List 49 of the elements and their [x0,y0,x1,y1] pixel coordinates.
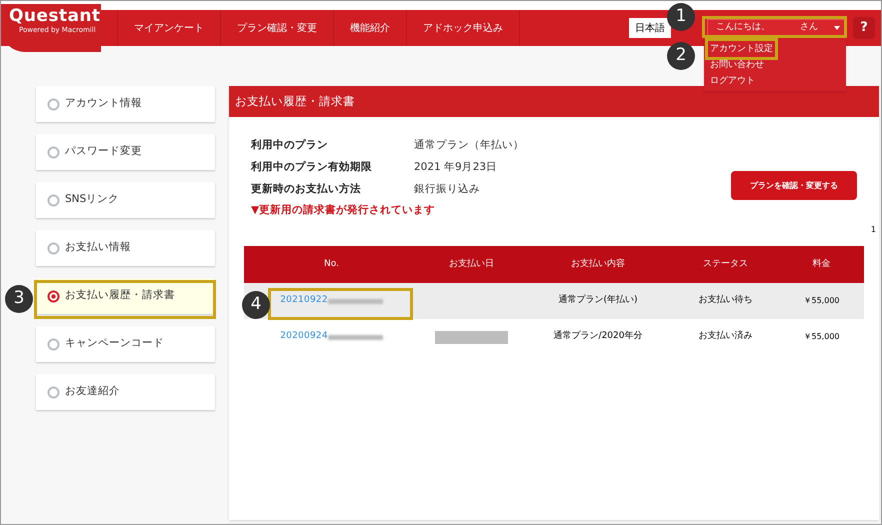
sidebar-item[interactable]: キャンペーンコード [36,326,215,362]
table-cell-text: ￥55,000 [802,295,840,307]
table-cell-text: お支払い待ち [698,294,754,308]
greeting-text: こんにちは、 [716,21,770,34]
radio-icon [47,98,60,110]
radio-icon [47,242,60,254]
radio-icon [47,194,60,206]
column-header: 料金 [812,258,832,271]
sidebar-item[interactable]: SNSリンク [36,182,215,218]
step-badge: 1 [667,3,695,31]
sidebar-item[interactable]: アカウント情報 [36,86,215,122]
table-cell-text: お支払い済み [698,330,754,344]
invoice-link[interactable]: 20200924 [280,330,328,344]
column-header: ステータス [702,258,749,271]
invoice-link[interactable]: 20210922 [280,294,328,308]
redacted-text [328,298,383,304]
redacted-text [328,334,383,340]
info-label: 更新時のお支払い方法 [251,182,362,197]
radio-selected-icon [47,290,60,302]
logo-title: Questant [9,6,101,26]
panel-title: お支払い履歴・請求書 [235,92,355,110]
greeting-suffix: さん [800,21,818,34]
info-label: 利用中のプラン [251,138,329,153]
info-value: 通常プラン（年払い） [414,138,524,153]
caret-icon [834,26,840,30]
radio-icon [47,338,60,350]
info-label: 利用中のプラン有効期限 [251,160,373,175]
invoice-notice: ▼更新用の請求書が発行されています [251,203,436,217]
info-value: 銀行振り込み [414,182,480,197]
help-button[interactable]: ? [853,17,875,39]
table-cell-text: 通常プラン(年払い) [557,294,639,308]
radio-icon [47,146,60,158]
sidebar-item[interactable]: パスワード変更 [36,134,215,170]
menu-item[interactable]: ログアウト [710,73,755,89]
plan-change-button[interactable]: プランを確認・変更する [731,171,857,200]
column-header: お支払い内容 [570,258,626,271]
page-number: 1 [870,224,876,236]
column-header: No. [323,258,340,271]
menu-item[interactable]: アカウント設定 [708,41,775,57]
sidebar-item[interactable]: お支払い情報 [36,230,215,266]
language-button[interactable]: 日本語 [629,18,671,38]
menu-item[interactable]: お問い合わせ [710,57,764,73]
sidebar-item[interactable]: お支払い履歴・請求書 [36,278,215,314]
info-value: 2021 年9月23日 [414,160,498,175]
radio-icon [47,386,60,398]
column-header: お支払い日 [448,258,495,271]
table-cell-text: ￥55,000 [802,331,840,343]
sidebar-item[interactable]: お友達紹介 [36,374,215,410]
table-cell-text: 通常プラン/2020年分 [552,330,644,344]
